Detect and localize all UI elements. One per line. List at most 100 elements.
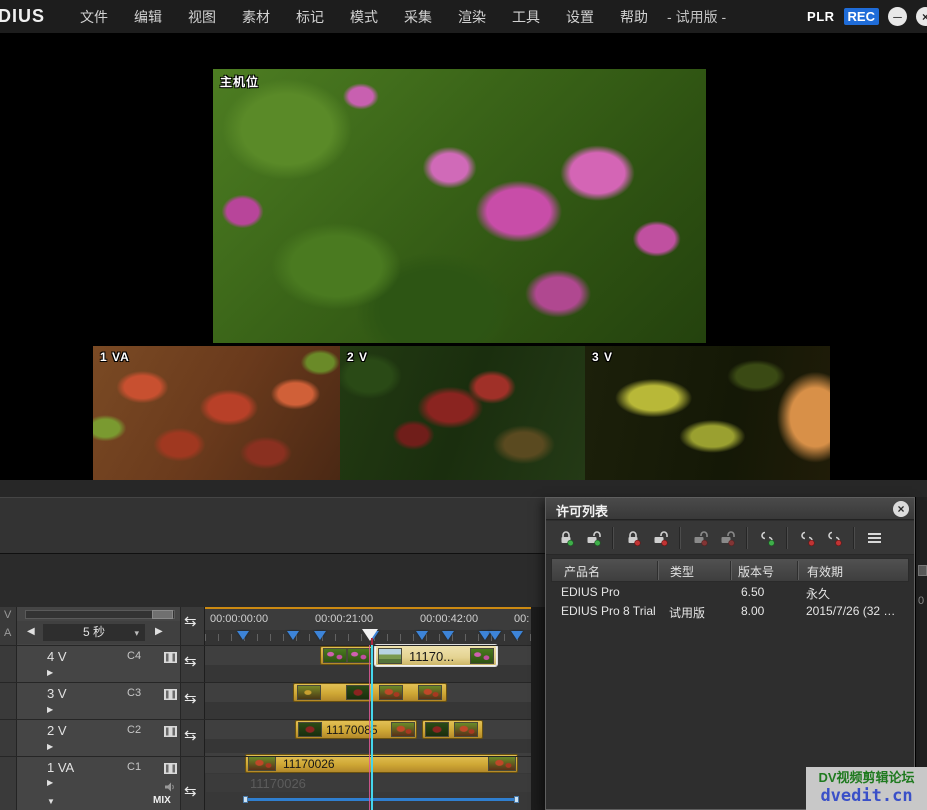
playhead-tick <box>371 638 373 645</box>
scale-value-field[interactable]: 5 秒 ▾ <box>43 624 145 641</box>
menu-item-help[interactable]: 帮助 <box>607 7 661 27</box>
toolbar-separator <box>612 527 614 549</box>
swap-tracks-icon[interactable]: ⇆ <box>184 726 197 744</box>
expand-track-icon[interactable]: ▶ <box>47 668 53 677</box>
main-preview-monitor: 主机位 <box>213 69 706 343</box>
timeline-zoom-handle[interactable] <box>152 610 173 619</box>
ruler-label-3: 00: <box>514 613 529 625</box>
clip-thumbnail <box>378 648 402 664</box>
scale-left-icon[interactable]: ◀ <box>27 626 35 637</box>
collapse-mixer-icon[interactable]: ▼ <box>47 797 55 806</box>
activate-license-icon[interactable] <box>554 526 578 550</box>
col-version[interactable]: 版本号 <box>738 563 774 580</box>
deactivate-license-icon[interactable] <box>581 526 605 550</box>
row-separator <box>0 682 545 683</box>
camera2-preview[interactable]: 2 V <box>340 346 585 483</box>
menu-item-tools[interactable]: 工具 <box>499 7 553 27</box>
timeline-playhead[interactable] <box>362 629 378 641</box>
film-icon <box>164 687 177 705</box>
minimize-icon[interactable]: ─ <box>888 7 907 26</box>
clip-2v-a[interactable]: 11170085 <box>295 720 417 739</box>
col-type[interactable]: 类型 <box>670 563 694 580</box>
list-view-icon[interactable] <box>862 526 886 550</box>
license-row[interactable]: EDIUS Pro 8 Trial 试用版 8.00 2015/7/26 (32… <box>551 602 909 621</box>
timeline-ruler[interactable]: 00:00:00:00 00:00:21:00 00:00:42:00 00: <box>205 607 531 630</box>
volume-line-handle[interactable] <box>243 796 248 803</box>
column-separator[interactable] <box>730 561 732 580</box>
camera3-preview[interactable]: 3 V <box>585 346 830 483</box>
sequence-marker[interactable] <box>314 631 326 640</box>
dialog-close-icon[interactable]: × <box>893 501 909 517</box>
track-channel: C3 <box>127 687 141 699</box>
activate-offline-icon[interactable] <box>621 526 645 550</box>
cell-version: 8.00 <box>741 604 764 618</box>
column-separator[interactable] <box>657 561 659 580</box>
expand-track-icon[interactable]: ▶ <box>47 705 53 714</box>
film-icon <box>164 724 177 742</box>
expand-track-icon[interactable]: ▶ <box>47 778 53 787</box>
column-separator[interactable] <box>797 561 799 580</box>
menu-item-settings[interactable]: 设置 <box>553 7 607 27</box>
clip-4v-a[interactable] <box>320 646 373 665</box>
sequence-marker[interactable] <box>489 631 501 640</box>
swap-tracks-icon[interactable]: ⇆ <box>184 689 197 707</box>
toolbar-separator <box>746 527 748 549</box>
menu-item-view[interactable]: 视图 <box>175 7 229 27</box>
menu-bar-right: PLR REC ─ × <box>807 7 927 26</box>
row-separator <box>0 645 545 646</box>
menu-item-mode[interactable]: 模式 <box>337 7 391 27</box>
video-strip-label: V <box>4 609 11 621</box>
forum-watermark: DV视频剪辑论坛 dvedit.cn <box>806 767 927 810</box>
marker-row[interactable] <box>205 630 531 645</box>
app-logo: DIUS <box>0 6 45 27</box>
swap-tracks-icon[interactable]: ⇆ <box>184 652 197 670</box>
audio-volume-line[interactable] <box>246 798 517 801</box>
menu-item-marker[interactable]: 标记 <box>283 7 337 27</box>
deactivate-offline-icon[interactable] <box>648 526 672 550</box>
menu-item-edit[interactable]: 编辑 <box>121 7 175 27</box>
main-camera-label: 主机位 <box>220 73 259 90</box>
col-validity[interactable]: 有效期 <box>807 563 843 580</box>
track-name: 4 V <box>47 649 67 664</box>
col-product[interactable]: 产品名 <box>564 563 600 580</box>
rec-toggle[interactable]: REC <box>844 8 879 25</box>
background-window-edge: 0 <box>915 497 927 810</box>
menu-item-capture[interactable]: 采集 <box>391 7 445 27</box>
playhead-line[interactable] <box>371 645 373 810</box>
track-name: 2 V <box>47 723 67 738</box>
camera1-preview[interactable]: 1 VA <box>93 346 340 483</box>
swap-tracks-icon[interactable]: ⇆ <box>184 612 197 630</box>
film-icon <box>164 761 177 779</box>
close-icon[interactable]: × <box>916 7 927 26</box>
menu-item-render[interactable]: 渲染 <box>445 7 499 27</box>
cell-version: 6.50 <box>741 585 764 599</box>
camera3-label: 3 V <box>592 350 613 364</box>
scale-right-icon[interactable]: ▶ <box>155 626 163 637</box>
clip-thumbnail <box>379 685 403 700</box>
dialog-title-bar[interactable]: 许可列表 × <box>546 498 914 520</box>
edius-application: DIUS 文件 编辑 视图 素材 标记 模式 采集 渲染 工具 设置 帮助 - … <box>0 0 927 810</box>
clip-2v-b[interactable] <box>422 720 483 739</box>
partial-icon <box>918 565 927 576</box>
trial-version-label: - 试用版 - <box>667 7 726 27</box>
swap-tracks-icon[interactable]: ⇆ <box>184 782 197 800</box>
menu-item-clip[interactable]: 素材 <box>229 7 283 27</box>
unlink-online-icon[interactable] <box>755 526 779 550</box>
license-row[interactable]: EDIUS Pro 6.50 永久 <box>551 583 909 602</box>
clip-label: 11170... <box>409 649 454 664</box>
scale-dropdown-icon[interactable]: ▾ <box>134 625 139 642</box>
expand-track-icon[interactable]: ▶ <box>47 742 53 751</box>
mix-label: MIX <box>153 795 171 806</box>
unlink-transfer-icon[interactable] <box>822 526 846 550</box>
sequence-marker[interactable] <box>442 631 454 640</box>
sequence-marker[interactable] <box>237 631 249 640</box>
clip-4v-selected[interactable]: 11170... <box>375 645 497 666</box>
unlink-offline-icon[interactable] <box>795 526 819 550</box>
sequence-marker[interactable] <box>287 631 299 640</box>
menu-item-file[interactable]: 文件 <box>67 7 121 27</box>
plr-toggle[interactable]: PLR <box>807 9 835 24</box>
clip-3v[interactable] <box>293 683 447 702</box>
sequence-marker[interactable] <box>511 631 523 640</box>
volume-line-handle[interactable] <box>514 796 519 803</box>
sequence-marker[interactable] <box>416 631 428 640</box>
